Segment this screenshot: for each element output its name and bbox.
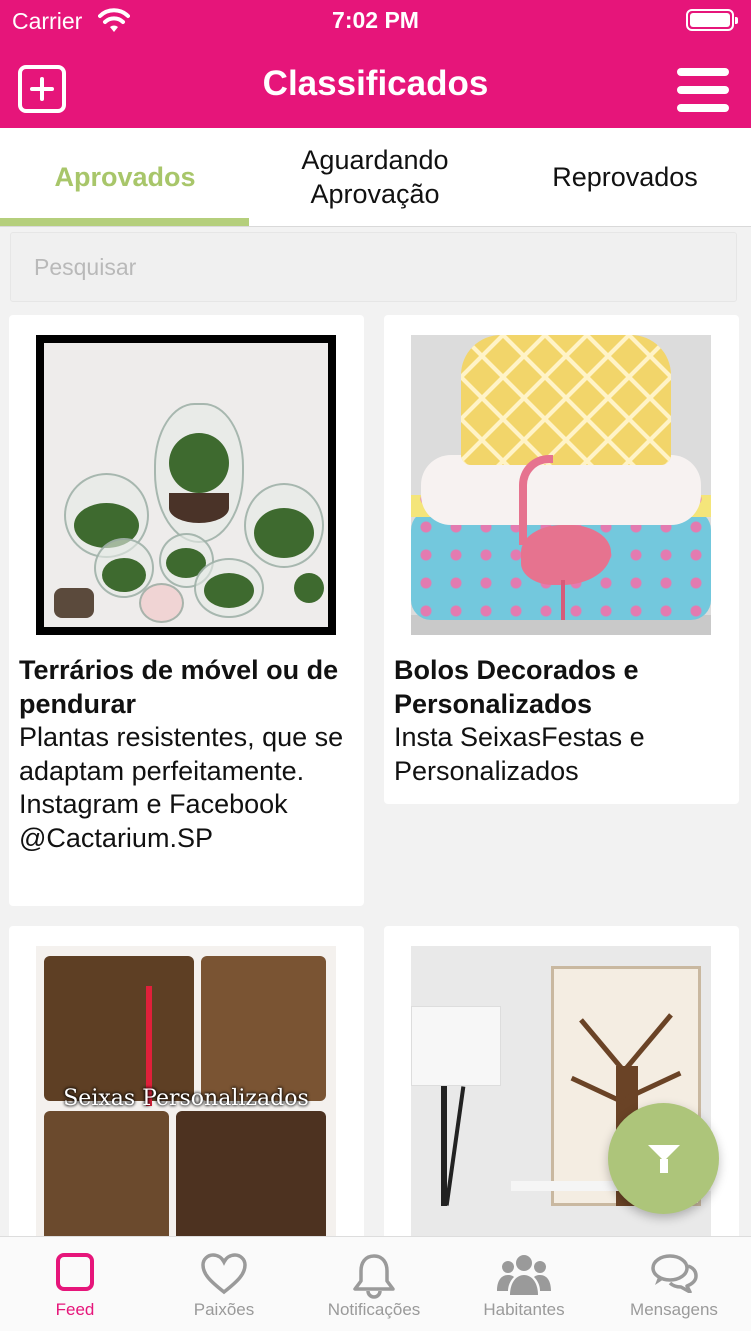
tabbar-label: Habitantes: [483, 1300, 565, 1319]
listing-description: Insta SeixasFestas e Personalizados: [394, 722, 645, 786]
status-tabs: Aprovados Aguardando Aprovação Reprovado…: [0, 128, 751, 227]
filter-button[interactable]: [608, 1103, 719, 1214]
search-input[interactable]: [10, 232, 737, 302]
tabbar-item-mensagens[interactable]: Mensagens: [599, 1237, 749, 1331]
tab-aguardando-aprovacao[interactable]: Aguardando Aprovação: [250, 128, 500, 226]
status-time: 7:02 PM: [332, 7, 419, 33]
people-icon: [497, 1255, 551, 1295]
tabbar-item-feed[interactable]: Feed: [0, 1237, 150, 1331]
image-caption: Seixas Personalizados: [63, 1086, 309, 1111]
listing-description: Plantas resistentes, que se adaptam perf…: [19, 722, 344, 853]
bell-icon: [353, 1254, 395, 1299]
tabbar-label: Feed: [55, 1300, 95, 1319]
tabbar-label: Notificações: [327, 1300, 421, 1319]
listing-card[interactable]: Bolos Decorados e Personalizados Insta S…: [384, 315, 739, 804]
hamburger-menu-icon[interactable]: [677, 68, 729, 112]
tab-aprovados[interactable]: Aprovados: [0, 128, 250, 226]
tab-reprovados[interactable]: Reprovados: [500, 128, 750, 226]
heart-icon: [201, 1253, 247, 1295]
battery-icon: [686, 9, 738, 31]
tabbar-item-paixoes[interactable]: Paixões: [149, 1237, 299, 1331]
tabbar-label: Paixões: [193, 1300, 255, 1319]
listing-card[interactable]: Terrários de móvel ou de pendurar Planta…: [9, 315, 364, 906]
listing-image: Seixas Personalizados: [36, 946, 336, 1246]
top-bar: Carrier 7:02 PM Classificados: [0, 0, 751, 128]
tabbar-label: Mensagens: [630, 1300, 718, 1319]
status-bar: Carrier 7:02 PM: [0, 0, 751, 44]
bottom-tab-bar: Feed Paixões Notificações Habitantes Men…: [0, 1236, 751, 1331]
page-title: Classificados: [262, 64, 489, 103]
tabbar-item-habitantes[interactable]: Habitantes: [449, 1237, 599, 1331]
listing-image: [411, 335, 711, 635]
listing-title: Terrários de móvel ou de pendurar: [19, 655, 339, 719]
feed-icon: [56, 1253, 94, 1291]
listing-title: Bolos Decorados e Personalizados: [394, 655, 639, 719]
listing-card[interactable]: Seixas Personalizados: [9, 926, 364, 1246]
listing-image: [36, 335, 336, 635]
chat-icon: [651, 1254, 698, 1293]
tabbar-item-notificacoes[interactable]: Notificações: [299, 1237, 449, 1331]
active-tab-indicator: [0, 218, 249, 226]
